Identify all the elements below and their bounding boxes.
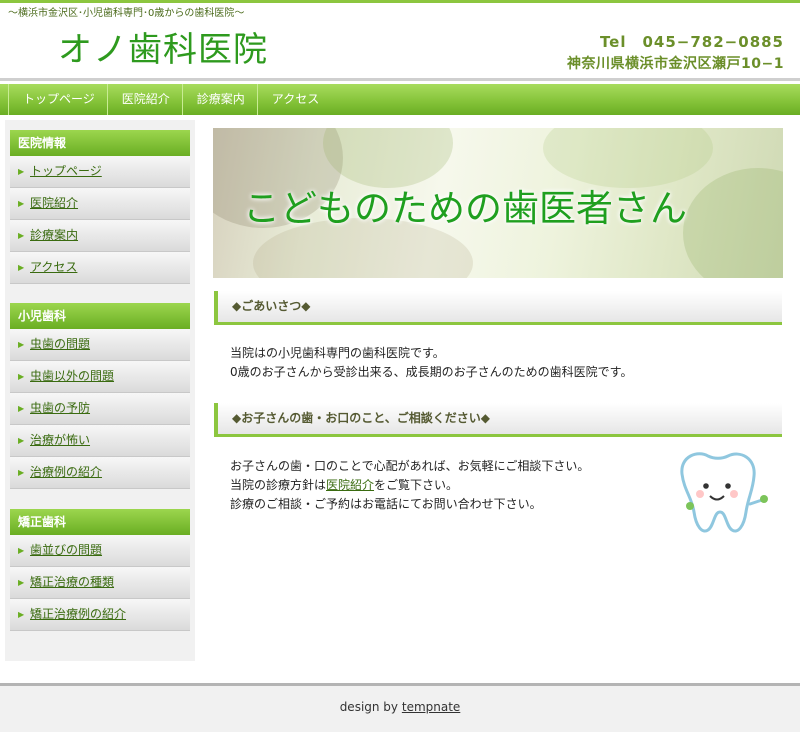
hero-banner: こどものための歯医者さん — [213, 128, 783, 278]
greeting-line-2: 0歳のお子さんから受診出来る、成長期のお子さんのための歯科医院です。 — [230, 365, 633, 379]
sidebar-section-clinic: 医院情報 ▶ トップページ ▶ 医院紹介 ▶ 診療案内 ▶ アクセス — [10, 130, 190, 284]
arrow-bullet-icon: ▶ — [18, 546, 25, 555]
site-logo[interactable]: オノ歯科医院 — [58, 22, 268, 71]
footer-credit: design by tempnate — [0, 700, 800, 714]
arrow-bullet-icon: ▶ — [18, 199, 25, 208]
greeting-line-1: 当院はの小児歯科専門の歯科医院です。 — [230, 346, 445, 360]
tooth-mascot-icon — [680, 452, 768, 533]
sidebar-item-label: 治療例の紹介 — [30, 465, 103, 479]
arrow-bullet-icon: ▶ — [18, 263, 25, 272]
sidebar-item-label: 診療案内 — [30, 228, 79, 242]
consult-line-2: 当院の診療方針は医院紹介をご覧下さい。 — [230, 476, 589, 495]
arrow-bullet-icon: ▶ — [18, 231, 25, 240]
top-accent-line — [0, 0, 800, 3]
section-title: ◆ごあいさつ◆ — [232, 299, 311, 313]
sidebar-heading: 医院情報 — [10, 130, 190, 156]
nav-item-about[interactable]: 医院紹介 — [106, 84, 182, 115]
nav-item-services[interactable]: 診療案内 — [181, 84, 257, 115]
sidebar-item-label: 虫歯の予防 — [30, 401, 91, 415]
nav-item-top[interactable]: トップページ — [8, 84, 107, 115]
sidebar-item-ortho-types[interactable]: ▶ 矯正治療の種類 — [10, 567, 190, 599]
sidebar-section-orthodontic: 矯正歯科 ▶ 歯並びの問題 ▶ 矯正治療の種類 ▶ 矯正治療例の紹介 — [10, 509, 190, 631]
sidebar-item-label: 歯並びの問題 — [30, 543, 103, 557]
hero-title: こどものための歯医者さん — [243, 187, 687, 230]
consult-line-2-after: をご覧下さい。 — [374, 478, 459, 492]
sidebar-item-label: 虫歯以外の問題 — [30, 369, 115, 383]
consult-heading: ◆お子さんの歯・お口のこと、ご相談ください◆ — [214, 403, 782, 437]
sidebar-item-about[interactable]: ▶ 医院紹介 — [10, 188, 190, 220]
sidebar-item-ortho-cases[interactable]: ▶ 矯正治療例の紹介 — [10, 599, 190, 631]
sidebar-item-top[interactable]: ▶ トップページ — [10, 156, 190, 188]
credit-link[interactable]: tempnate — [402, 700, 460, 714]
arrow-bullet-icon: ▶ — [18, 468, 25, 477]
arrow-bullet-icon: ▶ — [18, 404, 25, 413]
sidebar-item-label: 治療が怖い — [30, 433, 91, 447]
sidebar: 医院情報 ▶ トップページ ▶ 医院紹介 ▶ 診療案内 ▶ アクセス 小児歯科 ▶ 虫歯の… — [5, 120, 195, 661]
nav-item-access[interactable]: アクセス — [256, 84, 331, 115]
arrow-bullet-icon: ▶ — [18, 372, 25, 381]
arrow-bullet-icon: ▶ — [18, 340, 25, 349]
sidebar-heading: 小児歯科 — [10, 303, 190, 329]
greeting-text: 当院はの小児歯科専門の歯科医院です。 0歳のお子さんから受診出来る、成長期のお子… — [230, 344, 632, 382]
sidebar-item-label: 医院紹介 — [30, 196, 79, 210]
greeting-heading: ◆ごあいさつ◆ — [214, 291, 782, 325]
sidebar-item-alignment[interactable]: ▶ 歯並びの問題 — [10, 535, 190, 567]
sidebar-item-access[interactable]: ▶ アクセス — [10, 252, 190, 284]
sidebar-item-cavity-problems[interactable]: ▶ 虫歯の問題 — [10, 329, 190, 361]
main-nav: トップページ 医院紹介 診療案内 アクセス — [0, 84, 800, 115]
section-title: ◆お子さんの歯・お口のこと、ご相談ください◆ — [232, 411, 490, 425]
arrow-bullet-icon: ▶ — [18, 610, 25, 619]
sidebar-item-label: アクセス — [30, 260, 78, 274]
nav-list: トップページ 医院紹介 診療案内 アクセス — [0, 84, 800, 115]
hero-foliage-shape — [683, 168, 783, 278]
sidebar-heading: 矯正歯科 — [10, 509, 190, 535]
clinic-address: 神奈川県横浜市金沢区瀬戸10−1 — [567, 56, 784, 72]
sidebar-item-services[interactable]: ▶ 診療案内 — [10, 220, 190, 252]
clinic-intro-link[interactable]: 医院紹介 — [326, 478, 374, 492]
phone-number: Tel 045−782−0885 — [599, 33, 784, 51]
sidebar-item-case-examples[interactable]: ▶ 治療例の紹介 — [10, 457, 190, 489]
sidebar-item-label: 虫歯の問題 — [30, 337, 91, 351]
sidebar-item-label: 矯正治療例の紹介 — [30, 607, 127, 621]
sidebar-item-cavity-prevention[interactable]: ▶ 虫歯の予防 — [10, 393, 190, 425]
sidebar-item-label: 矯正治療の種類 — [30, 575, 115, 589]
site-tagline: 〜横浜市金沢区･小児歯科専門･0歳からの歯科医院〜 — [8, 8, 245, 19]
credit-prefix: design by — [339, 700, 399, 714]
sidebar-item-other-problems[interactable]: ▶ 虫歯以外の問題 — [10, 361, 190, 393]
footer: design by tempnate — [0, 686, 800, 732]
arrow-bullet-icon: ▶ — [18, 167, 25, 176]
arrow-bullet-icon: ▶ — [18, 436, 25, 445]
sidebar-item-label: トップページ — [30, 164, 102, 178]
arrow-bullet-icon: ▶ — [18, 578, 25, 587]
consult-line-3: 診療のご相談・ご予約はお電話にてお問い合わせ下さい。 — [230, 497, 542, 511]
header-separator — [0, 78, 800, 81]
consult-line-1: お子さんの歯・口のことで心配があれば、お気軽にご相談下さい。 — [230, 459, 590, 473]
consult-line-2-before: 当院の診療方針は — [230, 478, 327, 492]
sidebar-section-pediatric: 小児歯科 ▶ 虫歯の問題 ▶ 虫歯以外の問題 ▶ 虫歯の予防 ▶ 治療が怖い ▶ 治療例の… — [10, 303, 190, 489]
sidebar-item-fear[interactable]: ▶ 治療が怖い — [10, 425, 190, 457]
consult-text: お子さんの歯・口のことで心配があれば、お気軽にご相談下さい。 当院の診療方針は医… — [230, 457, 589, 514]
